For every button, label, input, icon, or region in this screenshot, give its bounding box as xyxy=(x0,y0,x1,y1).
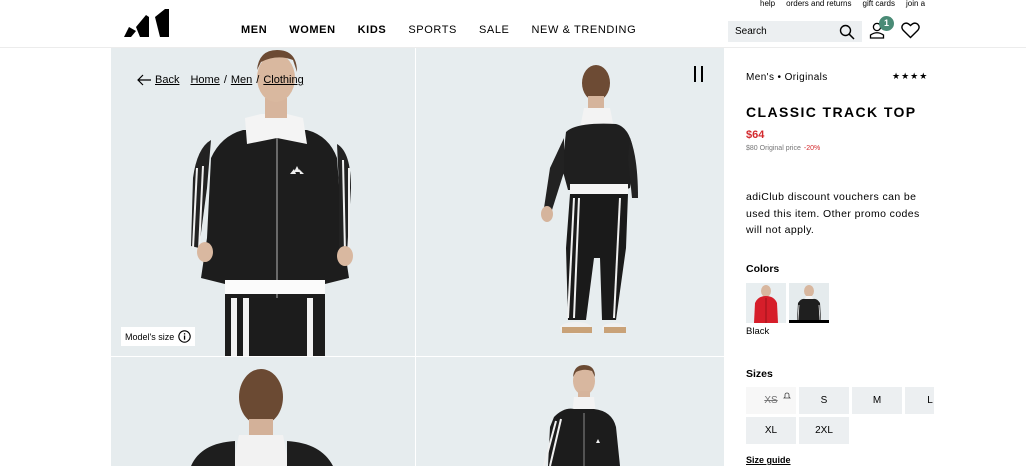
breadcrumb-clothing[interactable]: Clothing xyxy=(263,74,303,86)
size-label: XS xyxy=(764,395,778,406)
product-details: Men's • Originals ★★★★ CLASSIC TRACK TOP… xyxy=(746,0,934,466)
product-image-front[interactable] xyxy=(111,48,415,356)
size-button-s[interactable]: S xyxy=(799,387,849,414)
size-button-xl[interactable]: XL xyxy=(746,417,796,444)
size-guide-link[interactable]: Size guide xyxy=(746,455,791,465)
nav-new-trending[interactable]: NEW & TRENDING xyxy=(532,24,637,36)
product-image-back[interactable] xyxy=(416,48,724,356)
sale-price: $64 xyxy=(746,129,765,141)
product-title: CLASSIC TRACK TOP xyxy=(746,104,917,120)
adidas-logo[interactable] xyxy=(124,9,170,37)
nav-men[interactable]: MEN xyxy=(241,24,267,36)
pause-video-button[interactable] xyxy=(694,66,704,82)
main-nav: MEN WOMEN KIDS SPORTS SALE NEW & TRENDIN… xyxy=(241,24,658,36)
selected-color-name: Black xyxy=(746,326,770,337)
size-button-m[interactable]: M xyxy=(852,387,902,414)
back-link[interactable]: Back xyxy=(155,74,179,86)
product-category: Men's • Originals xyxy=(746,72,828,83)
original-price: $80 Original price -20% xyxy=(746,145,820,152)
color-swatch-black[interactable] xyxy=(789,283,829,323)
nav-sports[interactable]: SPORTS xyxy=(408,24,457,36)
rating-stars[interactable]: ★★★★ xyxy=(892,71,928,82)
breadcrumb: Back Home / Men / Clothing xyxy=(137,74,304,86)
discount-percent: -20% xyxy=(803,145,821,152)
sizes-title: Sizes xyxy=(746,368,773,380)
size-button-xs[interactable]: XS xyxy=(746,387,796,414)
notify-bell-icon xyxy=(783,392,791,399)
size-button-l[interactable]: L xyxy=(905,387,934,414)
info-icon xyxy=(178,330,191,343)
nav-kids[interactable]: KIDS xyxy=(358,24,387,36)
model-size-label: Model's size xyxy=(125,331,175,342)
breadcrumb-home[interactable]: Home xyxy=(190,74,219,86)
colors-title: Colors xyxy=(746,263,780,275)
original-price-text: $80 Original price xyxy=(746,145,801,152)
nav-sale[interactable]: SALE xyxy=(479,24,510,36)
size-button-2xl[interactable]: 2XL xyxy=(799,417,849,444)
breadcrumb-separator: / xyxy=(256,74,260,86)
breadcrumb-men[interactable]: Men xyxy=(231,74,252,86)
product-image-front-full[interactable] xyxy=(416,357,724,466)
nav-women[interactable]: WOMEN xyxy=(289,24,335,36)
promo-notice: adiClub discount vouchers can be used th… xyxy=(746,191,920,236)
breadcrumb-separator: / xyxy=(223,74,227,86)
model-size-button[interactable]: Model's size xyxy=(121,327,196,346)
back-arrow-icon[interactable] xyxy=(137,74,152,86)
product-image-back-closeup[interactable] xyxy=(111,357,415,466)
color-swatch-red[interactable] xyxy=(746,283,786,323)
